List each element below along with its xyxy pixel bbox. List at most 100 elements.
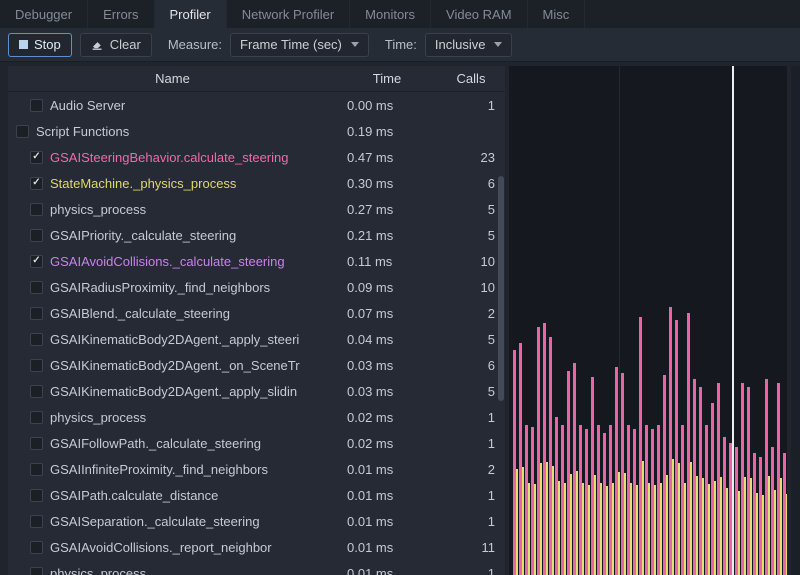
row-checkbox[interactable] bbox=[30, 515, 43, 528]
graph-bar bbox=[672, 459, 674, 575]
column-header-time[interactable]: Time bbox=[337, 71, 437, 86]
row-checkbox[interactable]: ✓ bbox=[30, 255, 43, 268]
profiler-rows: Audio Server0.00 ms1Script Functions0.19… bbox=[8, 92, 505, 575]
row-name: GSAIKinematicBody2DAgent._on_SceneTr bbox=[50, 358, 337, 373]
table-row[interactable]: physics_process0.27 ms5 bbox=[8, 196, 505, 222]
graph-bar bbox=[516, 469, 518, 575]
row-checkbox[interactable] bbox=[30, 359, 43, 372]
graph-bar bbox=[528, 483, 530, 575]
row-time: 0.01 ms bbox=[337, 514, 437, 529]
table-row[interactable]: GSAISeparation._calculate_steering0.01 m… bbox=[8, 508, 505, 534]
row-checkbox[interactable] bbox=[30, 99, 43, 112]
debugger-tab-bar: DebuggerErrorsProfilerNetwork ProfilerMo… bbox=[0, 0, 800, 28]
table-row[interactable]: physics_process0.02 ms1 bbox=[8, 404, 505, 430]
row-name: GSAISeparation._calculate_steering bbox=[50, 514, 337, 529]
table-row[interactable]: GSAIKinematicBody2DAgent._on_SceneTr0.03… bbox=[8, 352, 505, 378]
row-calls: 1 bbox=[437, 436, 505, 451]
row-checkbox[interactable] bbox=[30, 411, 43, 424]
row-checkbox[interactable] bbox=[30, 437, 43, 450]
profiler-tree-panel: Name Time Calls Audio Server0.00 ms1Scri… bbox=[8, 66, 505, 575]
row-checkbox[interactable] bbox=[30, 229, 43, 242]
row-checkbox[interactable] bbox=[30, 333, 43, 346]
graph-bar bbox=[762, 495, 764, 575]
tab-errors[interactable]: Errors bbox=[88, 0, 154, 28]
row-time: 0.02 ms bbox=[337, 410, 437, 425]
row-checkbox[interactable] bbox=[30, 541, 43, 554]
table-row[interactable]: GSAIKinematicBody2DAgent._apply_slidin0.… bbox=[8, 378, 505, 404]
tab-monitors[interactable]: Monitors bbox=[350, 0, 431, 28]
column-header-calls[interactable]: Calls bbox=[437, 71, 505, 86]
row-checkbox[interactable] bbox=[30, 567, 43, 575]
row-checkbox[interactable] bbox=[30, 489, 43, 502]
row-checkbox[interactable]: ✓ bbox=[30, 151, 43, 164]
graph-bar bbox=[780, 478, 782, 575]
time-select[interactable]: Inclusive bbox=[425, 33, 513, 57]
graph-bar bbox=[786, 494, 787, 575]
row-name: GSAIInfiniteProximity._find_neighbors bbox=[50, 462, 337, 477]
graph-bar bbox=[720, 477, 722, 575]
table-row[interactable]: ✓GSAIAvoidCollisions._calculate_steering… bbox=[8, 248, 505, 274]
table-row[interactable]: GSAIAvoidCollisions._report_neighbor0.01… bbox=[8, 534, 505, 560]
profiler-toolbar: Stop Clear Measure: Frame Time (sec) Tim… bbox=[0, 28, 800, 62]
graph-bar bbox=[582, 483, 584, 575]
column-header-name[interactable]: Name bbox=[8, 71, 337, 86]
graph-bar bbox=[534, 484, 536, 575]
row-checkbox[interactable] bbox=[30, 281, 43, 294]
row-calls: 5 bbox=[437, 384, 505, 399]
row-checkbox[interactable] bbox=[30, 385, 43, 398]
table-row[interactable]: GSAIBlend._calculate_steering0.07 ms2 bbox=[8, 300, 505, 326]
table-row[interactable]: GSAIPriority._calculate_steering0.21 ms5 bbox=[8, 222, 505, 248]
row-checkbox[interactable] bbox=[30, 463, 43, 476]
table-row[interactable]: Script Functions0.19 ms bbox=[8, 118, 505, 144]
table-row[interactable]: GSAIKinematicBody2DAgent._apply_steeri0.… bbox=[8, 326, 505, 352]
row-name: Audio Server bbox=[50, 98, 337, 113]
graph-bar bbox=[558, 481, 560, 575]
tab-debugger[interactable]: Debugger bbox=[0, 0, 88, 28]
row-calls: 1 bbox=[437, 98, 505, 113]
table-row[interactable]: GSAIInfiniteProximity._find_neighbors0.0… bbox=[8, 456, 505, 482]
row-time: 0.04 ms bbox=[337, 332, 437, 347]
measure-select[interactable]: Frame Time (sec) bbox=[230, 33, 369, 57]
graph-bar bbox=[624, 473, 626, 575]
graph-bar bbox=[546, 462, 548, 575]
table-row[interactable]: Audio Server0.00 ms1 bbox=[8, 92, 505, 118]
row-time: 0.11 ms bbox=[337, 254, 437, 269]
table-row[interactable]: GSAIRadiusProximity._find_neighbors0.09 … bbox=[8, 274, 505, 300]
row-name: physics_process bbox=[50, 202, 337, 217]
row-checkbox[interactable] bbox=[30, 203, 43, 216]
row-checkbox[interactable] bbox=[30, 307, 43, 320]
row-name: GSAISteeringBehavior.calculate_steering bbox=[50, 150, 337, 165]
tab-misc[interactable]: Misc bbox=[528, 0, 586, 28]
stop-button-label: Stop bbox=[34, 37, 61, 52]
graph-bar bbox=[636, 485, 638, 575]
row-checkbox[interactable] bbox=[16, 125, 29, 138]
graph-bar bbox=[666, 475, 668, 575]
graph-bar bbox=[696, 476, 698, 575]
table-row[interactable]: GSAIFollowPath._calculate_steering0.02 m… bbox=[8, 430, 505, 456]
graph-bar bbox=[522, 467, 524, 575]
graph-bar bbox=[576, 471, 578, 575]
row-time: 0.19 ms bbox=[337, 124, 437, 139]
tab-network-profiler[interactable]: Network Profiler bbox=[227, 0, 350, 28]
table-row[interactable]: ✓ GSAISteeringBehavior.calculate_steering… bbox=[8, 144, 505, 170]
graph-bar bbox=[660, 483, 662, 575]
stop-button[interactable]: Stop bbox=[8, 33, 72, 57]
row-time: 0.27 ms bbox=[337, 202, 437, 217]
table-row[interactable]: GSAIPath.calculate_distance0.01 ms1 bbox=[8, 482, 505, 508]
graph-bar bbox=[540, 463, 542, 575]
measure-label: Measure: bbox=[168, 37, 222, 52]
tab-video-ram[interactable]: Video RAM bbox=[431, 0, 528, 28]
profiler-graph[interactable] bbox=[509, 66, 787, 575]
row-name: physics_process bbox=[50, 566, 337, 575]
row-checkbox[interactable]: ✓ bbox=[30, 177, 43, 190]
tab-profiler[interactable]: Profiler bbox=[155, 0, 227, 28]
table-row[interactable]: physics_process0.01 ms1 bbox=[8, 560, 505, 575]
profiler-main: Name Time Calls Audio Server0.00 ms1Scri… bbox=[0, 62, 800, 575]
clear-button[interactable]: Clear bbox=[80, 33, 152, 57]
graph-gridline bbox=[619, 66, 620, 575]
window-scrollbar[interactable] bbox=[791, 66, 800, 575]
table-row[interactable]: ✓StateMachine._physics_process0.30 ms6 bbox=[8, 170, 505, 196]
graph-bar bbox=[756, 493, 758, 575]
row-name: GSAIKinematicBody2DAgent._apply_slidin bbox=[50, 384, 337, 399]
list-scrollbar-thumb[interactable] bbox=[498, 176, 504, 401]
